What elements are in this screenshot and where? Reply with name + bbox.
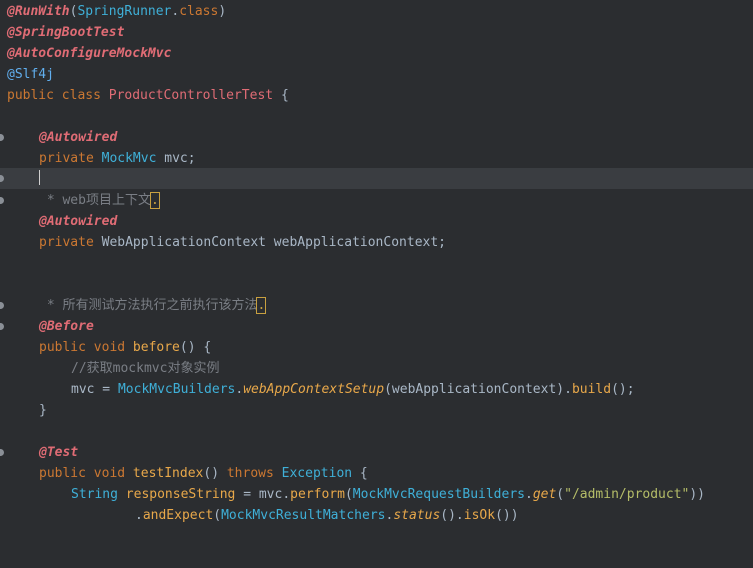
- annotation-springboottest: @SpringBootTest: [7, 25, 125, 40]
- type-exception: Exception: [281, 466, 353, 481]
- keyword-class: class: [179, 4, 219, 19]
- type-mockmvc: MockMvc: [101, 151, 157, 166]
- open-brace: {: [352, 466, 368, 481]
- method-build: build: [571, 382, 612, 397]
- annotation-slf4j: @Slf4j: [7, 67, 54, 82]
- fold-marker-icon[interactable]: [0, 175, 4, 182]
- method-before: before: [132, 340, 180, 355]
- annotation-autowired: @Autowired: [39, 130, 118, 145]
- current-line[interactable]: [0, 168, 753, 189]
- parens-close: )): [689, 487, 706, 502]
- parens-brace: () {: [179, 340, 212, 355]
- doc-comment-highlight: .: [149, 192, 160, 209]
- assign-mvc-dot: = mvc.: [235, 487, 291, 502]
- code-line-17: public void before() {: [0, 337, 753, 358]
- keyword-private: private: [39, 151, 102, 166]
- code-line-2: @SpringBootTest: [0, 22, 753, 43]
- keyword-public-void: public void: [39, 340, 133, 355]
- code-line-10: * web项目上下文.: [0, 190, 753, 211]
- line-comment: //获取mockmvc对象实例: [71, 361, 220, 376]
- fold-marker-icon[interactable]: [0, 323, 4, 330]
- code-line-24: String responseString = mvc.perform(Mock…: [0, 484, 753, 505]
- method-perform: perform: [290, 487, 345, 502]
- string-url: "/admin/product": [564, 487, 690, 502]
- method-status: status: [393, 508, 441, 523]
- method-isok: isOk: [463, 508, 496, 523]
- parens: (): [203, 466, 227, 481]
- type-string: String: [71, 487, 126, 502]
- text-caret: [39, 170, 40, 185]
- method-get: get: [532, 487, 557, 502]
- assign-mvc: mvc =: [71, 382, 118, 397]
- code-line-5: public class ProductControllerTest {: [0, 85, 753, 106]
- paren: (: [556, 487, 565, 502]
- code-line-11: @Autowired: [0, 211, 753, 232]
- annotation-before: @Before: [39, 319, 94, 334]
- paren: ): [218, 4, 227, 19]
- code-line-19: mvc = MockMvcBuilders.webAppContextSetup…: [0, 379, 753, 400]
- close-brace: }: [39, 403, 47, 418]
- keyword-public-class: public class: [7, 88, 109, 103]
- keyword-private: private: [39, 235, 102, 250]
- keyword-public-void: public void: [39, 466, 133, 481]
- code-editor[interactable]: @RunWith(SpringRunner.class) @SpringBoot…: [0, 0, 753, 523]
- brace: {: [273, 88, 289, 103]
- class-mockmvcbuilders: MockMvcBuilders: [117, 382, 236, 397]
- code-line-12: private WebApplicationContext webApplica…: [0, 232, 753, 253]
- code-line-15: * 所有测试方法执行之前执行该方法.: [0, 295, 753, 316]
- class-name: ProductControllerTest: [108, 88, 274, 103]
- field-webapplicationcontext: WebApplicationContext webApplicationCont…: [101, 235, 446, 250]
- keyword-throws: throws: [226, 466, 282, 481]
- code-line-4: @Slf4j: [0, 64, 753, 85]
- annotation-autowired: @Autowired: [39, 214, 118, 229]
- fold-marker-icon[interactable]: [0, 302, 4, 309]
- code-line-20: }: [0, 400, 753, 421]
- code-line-3: @AutoConfigureMockMvc: [0, 43, 753, 64]
- doc-comment-highlight: .: [256, 297, 267, 314]
- method-testindex: testIndex: [132, 466, 204, 481]
- class-spring-runner: SpringRunner: [77, 4, 172, 19]
- fold-marker-icon[interactable]: [0, 197, 4, 204]
- code-line-18: //获取mockmvc对象实例: [0, 358, 753, 379]
- paren: (: [213, 508, 222, 523]
- code-line-8: private MockMvc mvc;: [0, 148, 753, 169]
- call-end: ();: [611, 382, 635, 397]
- fold-marker-icon[interactable]: [0, 449, 4, 456]
- args: (webApplicationContext).: [384, 382, 572, 397]
- dot: .: [524, 487, 533, 502]
- class-mockmvcrequestbuilders: MockMvcRequestBuilders: [352, 487, 525, 502]
- field-mvc: mvc;: [156, 151, 196, 166]
- class-mockmvcresultmatchers: MockMvcResultMatchers: [221, 508, 386, 523]
- parens-close: ()): [495, 508, 519, 523]
- var-responsestring: responseString: [125, 487, 236, 502]
- code-line-1: @RunWith(SpringRunner.class): [0, 1, 753, 22]
- paren: (: [344, 487, 353, 502]
- dot: .: [135, 508, 143, 523]
- annotation-autoconfiguremockmvc: @AutoConfigureMockMvc: [7, 46, 172, 61]
- method-webappcontextsetup: webAppContextSetup: [243, 382, 385, 397]
- method-andexpect: andExpect: [142, 508, 214, 523]
- code-line-7: @Autowired: [0, 127, 753, 148]
- annotation-test: @Test: [39, 445, 79, 460]
- code-line-16: @Before: [0, 316, 753, 337]
- call-dot: ().: [440, 508, 464, 523]
- code-line-23: public void testIndex() throws Exception…: [0, 463, 753, 484]
- doc-comment-text: * 所有测试方法执行之前执行该方法: [39, 298, 258, 313]
- annotation-runwith: @RunWith: [7, 4, 70, 19]
- code-line-22: @Test: [0, 442, 753, 463]
- doc-comment-text: * web项目上下文: [39, 193, 151, 208]
- fold-marker-icon[interactable]: [0, 134, 4, 141]
